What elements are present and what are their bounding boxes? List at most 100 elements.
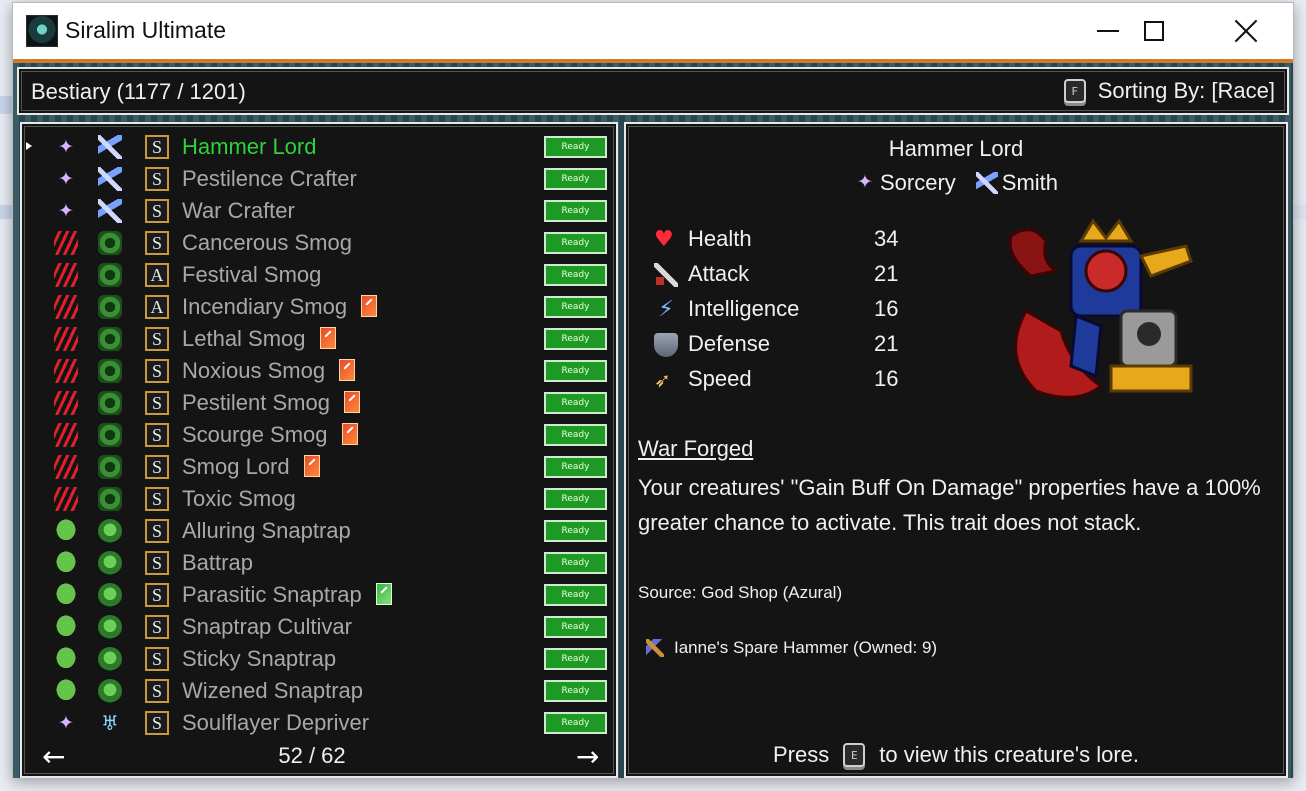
status-badge: Ready bbox=[544, 232, 607, 254]
selection-cursor-icon bbox=[26, 142, 32, 150]
stat-value: 21 bbox=[874, 331, 899, 356]
chaos-icon bbox=[54, 487, 78, 511]
stat-row: ♥ Health 34 bbox=[650, 224, 910, 256]
creature-name-label: Parasitic Snaptrap bbox=[182, 582, 392, 608]
type-icon: S bbox=[145, 455, 169, 479]
maximize-icon bbox=[1144, 21, 1164, 41]
card-icon bbox=[303, 455, 320, 477]
app-icon bbox=[26, 15, 58, 47]
stat-label: Intelligence bbox=[688, 296, 800, 321]
creature-name-label: Soulflayer Depriver bbox=[182, 710, 369, 736]
stat-row: Defense 21 bbox=[650, 329, 910, 361]
trait-name: War Forged bbox=[638, 436, 754, 461]
sorcery-icon: ✦ bbox=[58, 200, 74, 222]
creature-name-text: Snaptrap Cultivar bbox=[182, 614, 352, 639]
lore-prefix: Press bbox=[773, 742, 830, 767]
creature-list: ✦ S Hammer Lord Ready ✦ S Pestilence Crafter Re… bbox=[20, 122, 618, 778]
creature-source: Source: God Shop (Azural) bbox=[638, 583, 843, 602]
creature-name-label: Incendiary Smog bbox=[182, 294, 378, 320]
creature-name-text: Battrap bbox=[182, 550, 253, 575]
creature-row[interactable]: S Sticky Snaptrap Ready bbox=[22, 643, 612, 675]
creature-row[interactable]: S Alluring Snaptrap Ready bbox=[22, 515, 612, 547]
required-item: Ianne's Spare Hammer (Owned: 9) bbox=[646, 638, 937, 658]
status-badge: Ready bbox=[544, 520, 607, 542]
creature-row[interactable]: A Incendiary Smog Ready bbox=[22, 291, 612, 323]
creature-row[interactable]: S Pestilent Smog Ready bbox=[22, 387, 612, 419]
creature-name-label: War Crafter bbox=[182, 198, 295, 224]
creature-row[interactable]: S Battrap Ready bbox=[22, 547, 612, 579]
card-icon bbox=[375, 583, 392, 605]
creature-row[interactable]: S Noxious Smog Ready bbox=[22, 355, 612, 387]
status-badge: Ready bbox=[544, 424, 607, 446]
prev-page-arrow[interactable]: ← bbox=[42, 740, 65, 773]
creature-name-text: Parasitic Snaptrap bbox=[182, 582, 362, 607]
creature-name-text: Pestilent Smog bbox=[182, 390, 330, 415]
creature-row[interactable]: S Wizened Snaptrap Ready bbox=[22, 675, 612, 707]
creature-row[interactable]: S Snaptrap Cultivar Ready bbox=[22, 611, 612, 643]
type-icon: S bbox=[145, 551, 169, 575]
stat-row: ⚡ Intelligence 16 bbox=[650, 294, 910, 326]
life-icon bbox=[54, 519, 78, 543]
shield-icon bbox=[654, 333, 678, 357]
class-tag: ✦ Sorcery bbox=[854, 170, 956, 196]
smog-icon bbox=[98, 295, 122, 319]
maximize-button[interactable] bbox=[1131, 3, 1177, 59]
status-badge: Ready bbox=[544, 328, 607, 350]
type-icon: S bbox=[145, 423, 169, 447]
status-badge: Ready bbox=[544, 584, 607, 606]
status-badge: Ready bbox=[544, 392, 607, 414]
sort-control[interactable]: F Sorting By: [Race] bbox=[1063, 78, 1275, 104]
life-icon bbox=[54, 679, 78, 703]
status-badge: Ready bbox=[544, 712, 607, 734]
creature-row[interactable]: S Smog Lord Ready bbox=[22, 451, 612, 483]
chaos-icon bbox=[54, 455, 78, 479]
creature-name-label: Sticky Snaptrap bbox=[182, 646, 336, 672]
smith-icon bbox=[98, 135, 122, 159]
app-window: Siralim Ultimate Bestiary (1177 / 1201) … bbox=[12, 2, 1294, 778]
page-indicator: 52 / 62 bbox=[278, 743, 346, 768]
creature-row[interactable]: A Festival Smog Ready bbox=[22, 259, 612, 291]
life-icon bbox=[54, 647, 78, 671]
status-badge: Ready bbox=[544, 200, 607, 222]
creature-row[interactable]: S Scourge Smog Ready bbox=[22, 419, 612, 451]
smog-icon bbox=[98, 327, 122, 351]
minimize-button[interactable] bbox=[1085, 3, 1131, 59]
creature-name-label: Smog Lord bbox=[182, 454, 320, 480]
status-badge: Ready bbox=[544, 168, 607, 190]
smith-icon bbox=[975, 172, 998, 194]
snaptrap-icon bbox=[98, 615, 122, 639]
creature-portrait bbox=[1008, 218, 1193, 399]
stat-label: Defense bbox=[688, 331, 770, 356]
chaos-icon bbox=[54, 295, 78, 319]
heart-icon: ♥ bbox=[654, 227, 674, 252]
e-key-icon[interactable]: E bbox=[843, 743, 866, 767]
type-icon: S bbox=[145, 327, 169, 351]
creature-row[interactable]: S Parasitic Snaptrap Ready bbox=[22, 579, 612, 611]
status-badge: Ready bbox=[544, 648, 607, 670]
creature-name-text: Incendiary Smog bbox=[182, 294, 348, 319]
creature-row[interactable]: S Cancerous Smog Ready bbox=[22, 227, 612, 259]
creature-name-text: Hammer Lord bbox=[182, 134, 317, 159]
close-button[interactable] bbox=[1223, 3, 1269, 59]
item-label: Ianne's Spare Hammer (Owned: 9) bbox=[674, 638, 938, 657]
creature-name-label: Scourge Smog bbox=[182, 422, 358, 448]
card-icon bbox=[361, 295, 378, 317]
type-icon: S bbox=[145, 679, 169, 703]
creature-row[interactable]: S Toxic Smog Ready bbox=[22, 483, 612, 515]
next-page-arrow[interactable]: → bbox=[576, 740, 599, 773]
smog-icon bbox=[98, 455, 122, 479]
creature-row[interactable]: S Lethal Smog Ready bbox=[22, 323, 612, 355]
title-bar[interactable]: Siralim Ultimate bbox=[13, 3, 1293, 59]
creature-name-label: Festival Smog bbox=[182, 262, 321, 288]
creature-row[interactable]: ✦ S Pestilence Crafter Ready bbox=[22, 163, 612, 195]
creature-row[interactable]: ✦ S Hammer Lord Ready bbox=[22, 131, 612, 163]
creature-row[interactable]: ✦ ♅ S Soulflayer Depriver Ready bbox=[22, 707, 612, 739]
stat-row: ➶ Speed 16 bbox=[650, 364, 910, 396]
creature-row[interactable]: ✦ S War Crafter Ready bbox=[22, 195, 612, 227]
chaos-icon bbox=[54, 391, 78, 415]
stat-label: Attack bbox=[688, 261, 750, 286]
status-badge: Ready bbox=[544, 360, 607, 382]
card-icon bbox=[339, 359, 356, 381]
snaptrap-icon bbox=[98, 679, 122, 703]
status-badge: Ready bbox=[544, 296, 607, 318]
